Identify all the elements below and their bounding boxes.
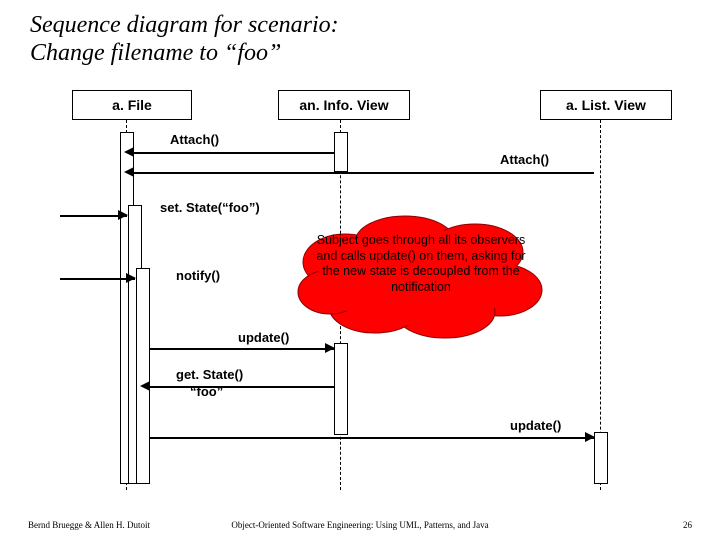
arrow-setState (60, 215, 127, 217)
arrow-update1 (149, 348, 334, 350)
arrow-getState (149, 386, 334, 388)
object-aListView: a. List. View (540, 90, 672, 120)
title-text: Sequence diagram for scenario: Change fi… (30, 12, 339, 66)
footer-book: Object-Oriented Software Engineering: Us… (231, 520, 488, 530)
arrowhead-attach2 (124, 167, 134, 177)
activation-anInfoView-attach (334, 132, 348, 172)
activation-aListView-update (594, 432, 608, 484)
label-setState: set. State(“foo”) (160, 200, 260, 215)
arrow-attach2 (133, 172, 594, 174)
arrowhead-update1 (325, 343, 335, 353)
object-aListView-label: a. List. View (566, 97, 646, 113)
slide-title: Sequence diagram for scenario: Change fi… (30, 12, 339, 67)
arrowhead-update2 (585, 432, 595, 442)
arrowhead-notify (126, 273, 136, 283)
label-update1: update() (238, 330, 289, 345)
arrowhead-attach1 (124, 147, 134, 157)
object-aFile: a. File (72, 90, 192, 120)
label-attach2: Attach() (500, 152, 549, 167)
label-attach1: Attach() (170, 132, 219, 147)
arrow-attach1 (133, 152, 334, 154)
object-anInfoView: an. Info. View (278, 90, 410, 120)
object-anInfoView-label: an. Info. View (299, 97, 388, 113)
arrowhead-getState (140, 381, 150, 391)
arrowhead-setState (118, 210, 128, 220)
label-getState-return: “foo” (190, 384, 223, 399)
arrow-notify (60, 278, 135, 280)
activation-aFile-inner2 (136, 268, 150, 484)
arrow-update2 (149, 437, 594, 439)
callout-text: Subject goes through all its observers a… (316, 233, 526, 296)
activation-anInfoView-update (334, 343, 348, 435)
footer-page: 26 (683, 520, 692, 530)
object-aFile-label: a. File (112, 97, 152, 113)
footer-author: Bernd Bruegge & Allen H. Dutoit (28, 520, 150, 530)
label-getState: get. State() (176, 367, 243, 382)
label-notify: notify() (176, 268, 220, 283)
label-update2: update() (510, 418, 561, 433)
